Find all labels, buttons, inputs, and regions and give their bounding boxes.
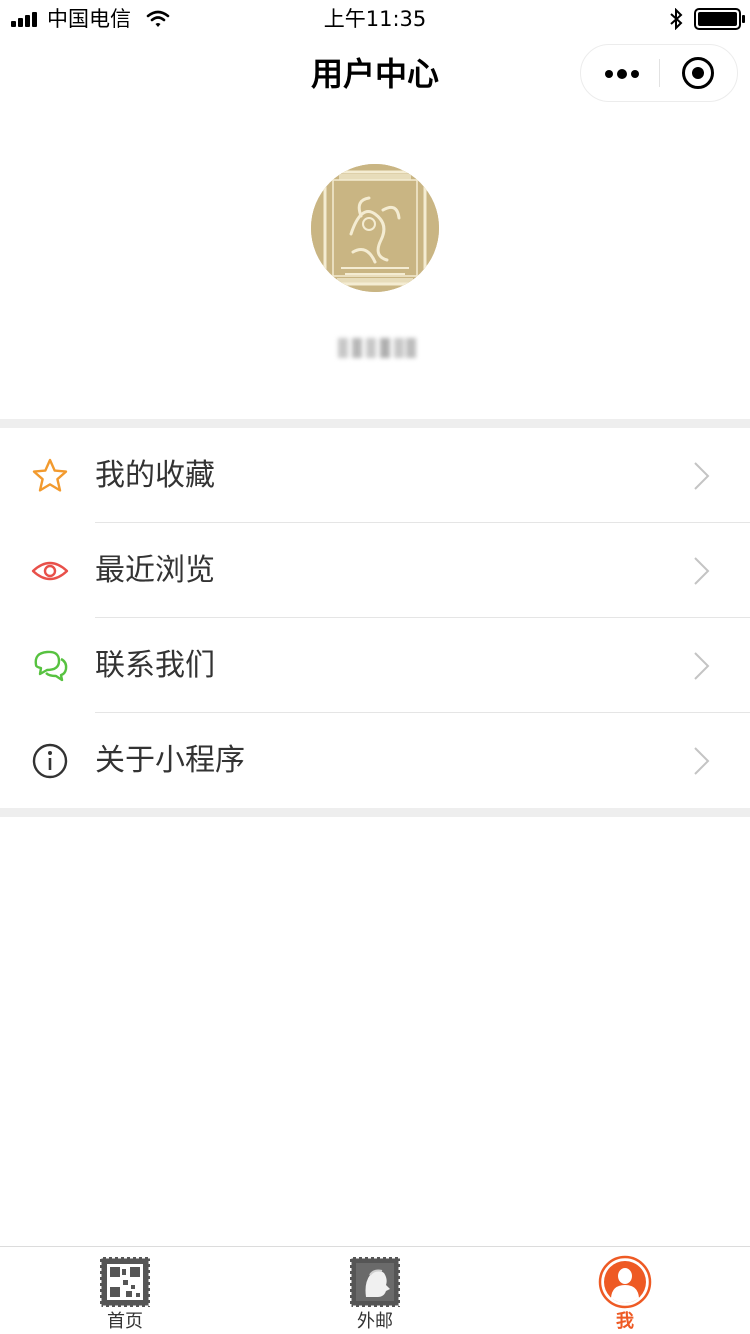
chevron-right-icon [694,462,710,490]
tab-label: 外邮 [357,1311,393,1332]
menu-item-favorites[interactable]: 我的收藏 [0,428,750,523]
menu-item-label: 我的收藏 [95,458,215,493]
more-button[interactable] [581,45,660,101]
menu-list: 我的收藏 最近浏览 联系我们 关于小程序 [0,428,750,808]
bluetooth-icon [670,8,683,30]
tab-label: 首页 [107,1311,143,1332]
tab-bar: 首页 外邮 我 [0,1246,750,1334]
chevron-right-icon [694,652,710,680]
menu-item-contact[interactable]: 联系我们 [0,618,750,713]
tab-home[interactable]: 首页 [0,1247,250,1334]
user-center-page: 中国电信 上午11:35 用户中心 我的收藏 最近浏览 联系我们 关于小程序 首… [0,0,750,1334]
info-icon [32,743,68,779]
chat-bubbles-icon [34,650,68,682]
stamp-qr-icon [98,1255,152,1309]
section-divider-bottom [0,808,750,817]
tab-me[interactable]: 我 [500,1247,750,1334]
avatar[interactable] [311,164,439,292]
menu-item-recent[interactable]: 最近浏览 [0,523,750,618]
chevron-right-icon [694,557,710,585]
more-dots-icon [605,70,613,78]
section-divider-top [0,419,750,428]
close-miniprogram-button[interactable] [660,45,739,101]
star-icon [32,458,68,492]
menu-item-label: 关于小程序 [95,743,245,778]
stamp-dragon-icon [311,164,439,292]
menu-item-label: 联系我们 [95,648,215,683]
status-bar: 中国电信 上午11:35 [0,0,750,40]
tab-foreign-stamps[interactable]: 外邮 [250,1247,500,1334]
eye-icon [31,561,69,581]
chevron-right-icon [694,747,710,775]
miniprogram-capsule [580,44,738,102]
tab-label: 我 [616,1311,634,1332]
target-icon [682,57,714,89]
menu-item-label: 最近浏览 [95,553,215,588]
status-time: 上午11:35 [323,7,427,31]
username-obscured [338,334,416,362]
stamp-portrait-icon [348,1255,402,1309]
menu-item-about[interactable]: 关于小程序 [0,713,750,808]
user-icon [598,1255,652,1309]
battery-icon [694,8,745,30]
